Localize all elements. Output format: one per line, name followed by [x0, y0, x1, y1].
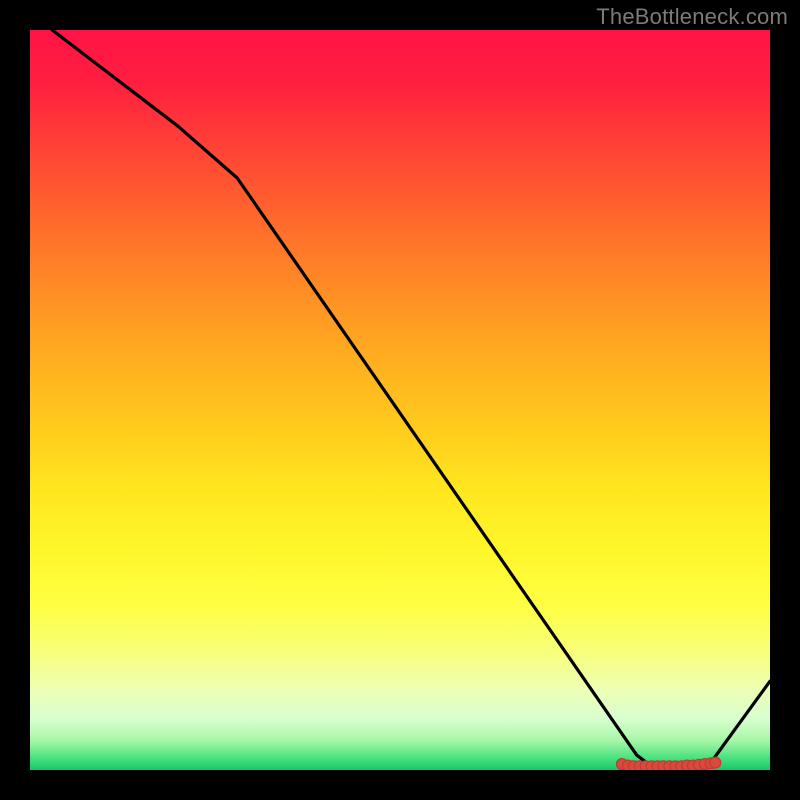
chart-marker: [710, 757, 721, 768]
attribution-text: TheBottleneck.com: [596, 4, 788, 30]
chart-svg-overlay: [30, 30, 770, 770]
chart-markers: [617, 757, 721, 770]
chart-plot-area: [30, 30, 770, 770]
chart-line-series: [52, 30, 770, 766]
